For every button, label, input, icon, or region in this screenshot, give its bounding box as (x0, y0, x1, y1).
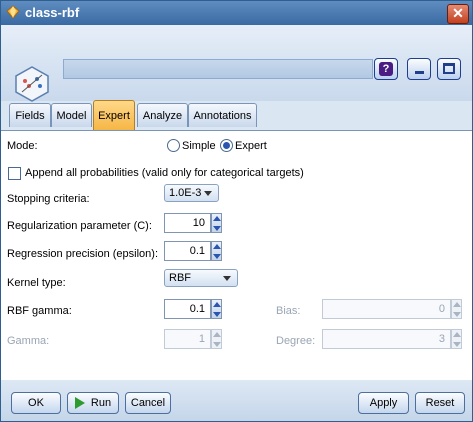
mode-expert-label: Expert (235, 140, 267, 152)
mode-label: Mode: (7, 140, 38, 152)
svm-node-icon (15, 66, 49, 102)
node-name-field[interactable] (63, 59, 373, 79)
gamma-label: Gamma: (7, 335, 50, 347)
regression-precision-stepper[interactable] (211, 241, 222, 261)
stepper-up-icon (213, 244, 221, 249)
stepper-up-icon (213, 332, 221, 337)
stepper-down-icon (453, 312, 461, 317)
chevron-down-icon (223, 276, 231, 281)
bias-label: Bias: (276, 305, 301, 317)
chevron-down-icon (204, 191, 212, 196)
rbf-gamma-label: RBF gamma: (7, 305, 72, 317)
kernel-type-value: RBF (169, 272, 191, 284)
minimize-button[interactable] (407, 58, 431, 80)
tab-fields[interactable]: Fields (9, 103, 51, 127)
tab-annotations[interactable]: Annotations (188, 103, 257, 127)
help-icon: ? (379, 62, 393, 76)
close-icon: ✕ (452, 5, 464, 21)
stepper-down-icon (453, 342, 461, 347)
button-bar: OK Run Cancel Apply Reset (1, 380, 472, 421)
mode-simple-label: Simple (182, 140, 216, 152)
append-probabilities-checkbox[interactable] (8, 167, 21, 180)
stopping-criteria-dropdown[interactable]: 1.0E-3 (164, 184, 219, 202)
degree-stepper (451, 329, 462, 349)
stepper-up-icon (453, 302, 461, 307)
bias-input: 0 (322, 299, 451, 319)
expert-panel: Mode: Simple Expert Append all probabili… (1, 130, 472, 381)
rbf-gamma-stepper[interactable] (211, 299, 222, 319)
regression-precision-input[interactable]: 0.1 (164, 241, 211, 261)
mode-simple-radio[interactable] (167, 139, 180, 152)
diamond-icon (6, 5, 20, 19)
degree-label: Degree: (276, 335, 316, 347)
append-probabilities-label: Append all probabilities (valid only for… (25, 167, 304, 179)
stopping-criteria-value: 1.0E-3 (169, 187, 202, 199)
tab-expert[interactable]: Expert (93, 100, 135, 130)
title-bar[interactable]: class-rbf ✕ (1, 1, 472, 25)
degree-input: 3 (322, 329, 451, 349)
gamma-stepper (211, 329, 222, 349)
regression-precision-label: Regression precision (epsilon): (7, 248, 159, 260)
window-title: class-rbf (25, 5, 80, 20)
run-button[interactable]: Run (67, 392, 119, 414)
minimize-icon (415, 71, 424, 74)
rbf-gamma-input[interactable]: 0.1 (164, 299, 211, 319)
play-icon (74, 397, 85, 410)
cancel-button[interactable]: Cancel (125, 392, 171, 414)
regularization-stepper[interactable] (211, 213, 222, 233)
tab-model[interactable]: Model (51, 103, 92, 127)
stepper-down-icon (213, 342, 221, 347)
tab-bar: Fields Model Expert Analyze Annotations (1, 100, 472, 130)
kernel-type-label: Kernel type: (7, 277, 66, 289)
kernel-type-dropdown[interactable]: RBF (164, 269, 238, 287)
dialog-window: class-rbf ✕ ? Fields Model Expert Analyz… (0, 0, 473, 422)
node-header: ? (1, 25, 472, 102)
stopping-criteria-label: Stopping criteria: (7, 193, 90, 205)
run-label: Run (90, 397, 112, 409)
stepper-up-icon (213, 302, 221, 307)
stepper-down-icon (213, 254, 221, 259)
mode-expert-radio[interactable] (220, 139, 233, 152)
maximize-icon (443, 63, 455, 74)
maximize-button[interactable] (437, 58, 461, 80)
stepper-down-icon (213, 312, 221, 317)
regularization-input[interactable]: 10 (164, 213, 211, 233)
help-button[interactable]: ? (374, 58, 398, 80)
ok-button[interactable]: OK (11, 392, 61, 414)
stepper-up-icon (453, 332, 461, 337)
tab-analyze[interactable]: Analyze (137, 103, 188, 127)
close-button[interactable]: ✕ (447, 4, 469, 24)
apply-button[interactable]: Apply (358, 392, 409, 414)
gamma-input: 1 (164, 329, 211, 349)
bias-stepper (451, 299, 462, 319)
stepper-down-icon (213, 226, 221, 231)
stepper-up-icon (213, 216, 221, 221)
reset-button[interactable]: Reset (415, 392, 465, 414)
regularization-label: Regularization parameter (C): (7, 220, 152, 232)
